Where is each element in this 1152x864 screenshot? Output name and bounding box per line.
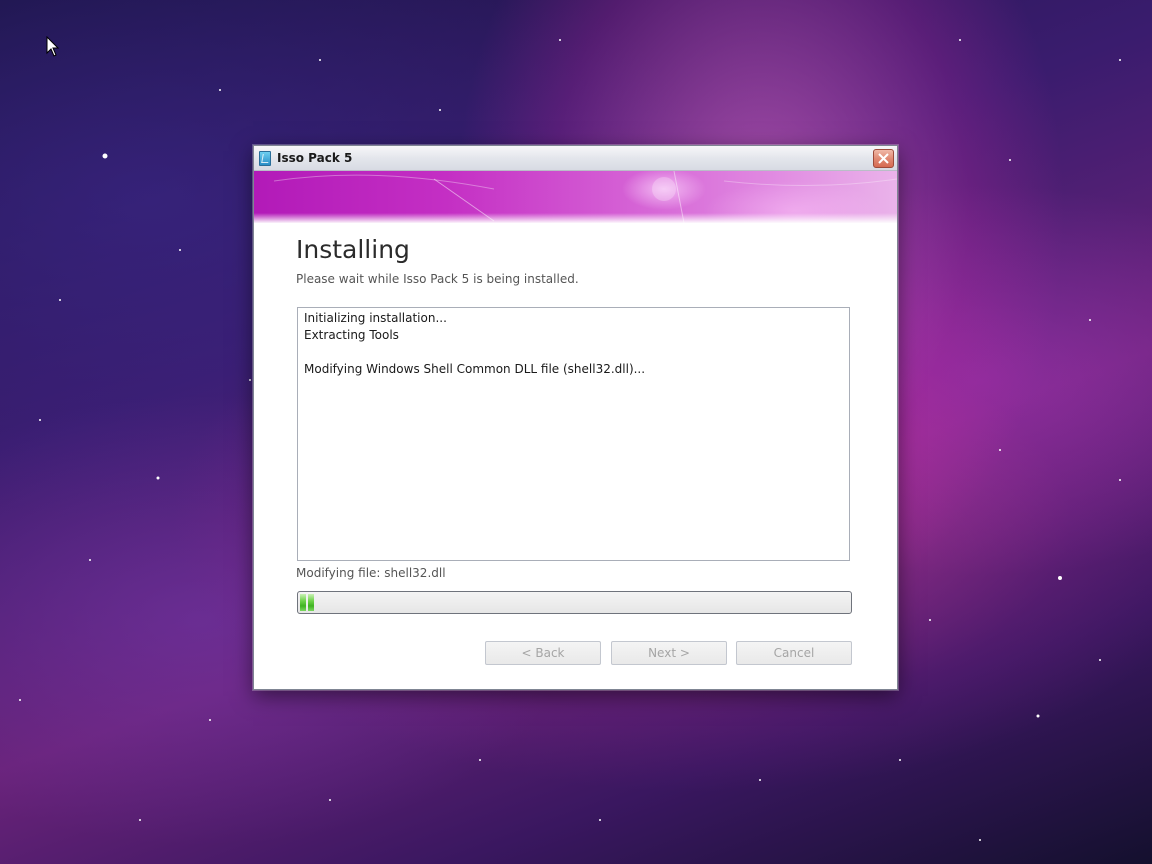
progress-bar xyxy=(297,591,852,614)
install-log[interactable]: Initializing installation... Extracting … xyxy=(297,307,850,561)
log-line: Extracting Tools xyxy=(304,328,399,342)
mouse-cursor-icon xyxy=(46,36,60,57)
header-banner xyxy=(254,171,897,223)
progress-segment xyxy=(300,594,306,611)
page-title: Installing xyxy=(296,235,410,264)
log-line: Modifying Windows Shell Common DLL file … xyxy=(304,362,646,376)
progress-segment xyxy=(308,594,314,611)
log-line: Initializing installation... xyxy=(304,311,447,325)
status-text: Modifying file: shell32.dll xyxy=(296,566,446,580)
cancel-button[interactable]: Cancel xyxy=(736,641,852,665)
title-bar[interactable]: Isso Pack 5 xyxy=(254,146,897,171)
back-button[interactable]: < Back xyxy=(485,641,601,665)
progress-fill xyxy=(300,594,849,611)
close-icon xyxy=(878,153,889,164)
page-subtitle: Please wait while Isso Pack 5 is being i… xyxy=(296,272,579,286)
app-icon xyxy=(259,151,271,166)
close-button[interactable] xyxy=(873,149,894,168)
installer-window: Isso Pack 5 Installing Please wait while… xyxy=(253,145,898,690)
next-button[interactable]: Next > xyxy=(611,641,727,665)
window-title: Isso Pack 5 xyxy=(277,151,353,165)
